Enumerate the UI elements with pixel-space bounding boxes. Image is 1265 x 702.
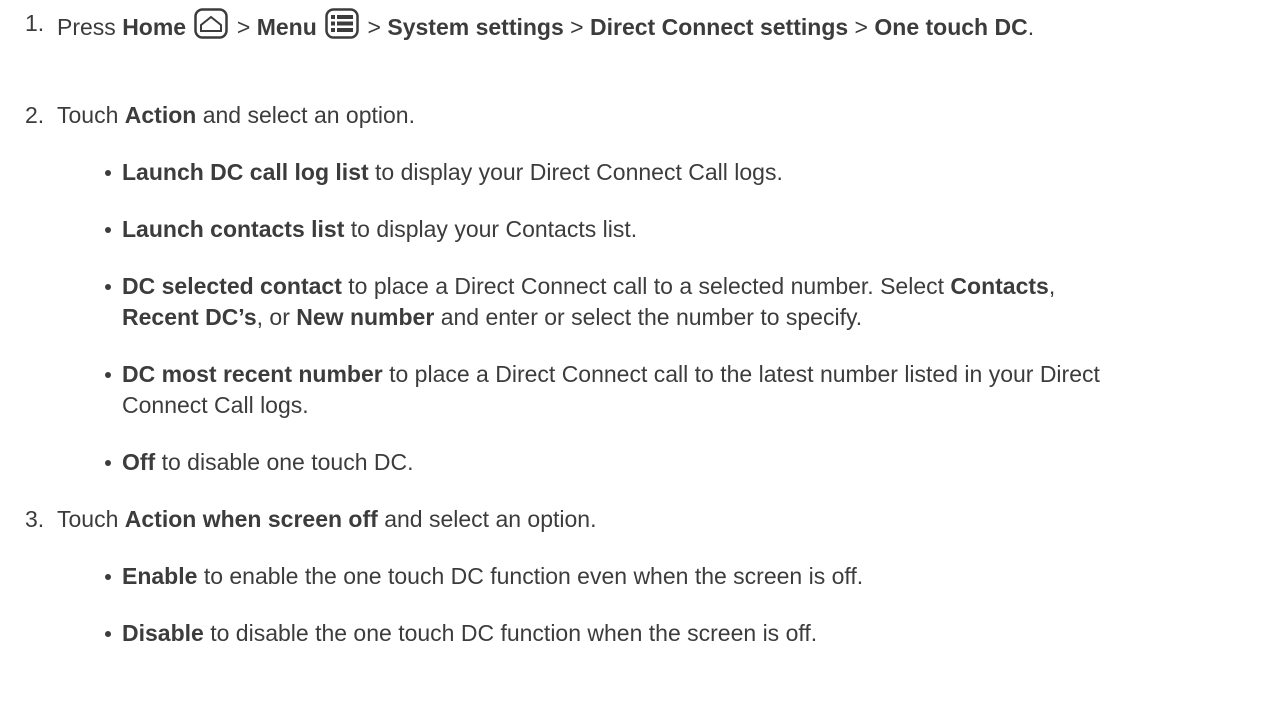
list-item: DC selected contact to place a Direct Co… xyxy=(105,271,1245,333)
bullet-dot xyxy=(105,460,111,466)
bullet-dot xyxy=(105,170,111,176)
system-settings-label: System settings xyxy=(387,14,564,40)
dc-settings-label: Direct Connect settings xyxy=(590,14,849,40)
step-2: 2. Touch Action and select an option. xyxy=(25,100,1245,131)
bullet-dot xyxy=(105,631,111,637)
step-number: 2. xyxy=(25,102,45,128)
step-1: 1. Press Home > Menu > System settings >… xyxy=(25,8,1245,43)
menu-icon xyxy=(325,8,359,39)
bullet-dot xyxy=(105,227,111,233)
step-text: Touch Action when screen off and select … xyxy=(57,506,597,532)
step-3: 3. Touch Action when screen off and sele… xyxy=(25,504,1245,535)
bullet-dot xyxy=(105,372,111,378)
list-item: DC most recent number to place a Direct … xyxy=(105,359,1245,421)
list-item: Enable to enable the one touch DC functi… xyxy=(105,561,1245,592)
list-item: Disable to disable the one touch DC func… xyxy=(105,618,1245,649)
list-item: Launch DC call log list to display your … xyxy=(105,157,1245,188)
step-number: 3. xyxy=(25,506,45,532)
one-touch-dc-label: One touch DC xyxy=(874,14,1028,40)
step-text: Press Home > Menu > System settings > Di… xyxy=(57,8,1245,43)
home-icon xyxy=(194,8,229,39)
menu-label: Menu xyxy=(256,14,317,40)
instructions-page: 1. Press Home > Menu > System settings >… xyxy=(0,0,1265,702)
step-text: Touch Action and select an option. xyxy=(57,102,415,128)
list-item: Off to disable one touch DC. xyxy=(105,447,1245,478)
bullet-dot xyxy=(105,574,111,580)
home-label: Home xyxy=(122,14,187,40)
list-item: Launch contacts list to display your Con… xyxy=(105,214,1245,245)
step-number: 1. xyxy=(25,10,45,36)
bullet-dot xyxy=(105,284,111,290)
